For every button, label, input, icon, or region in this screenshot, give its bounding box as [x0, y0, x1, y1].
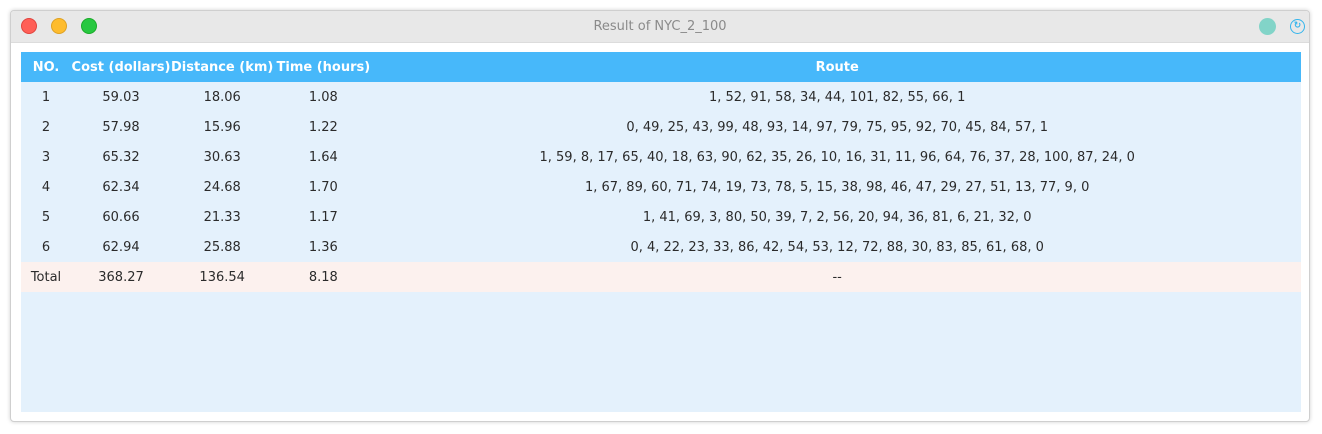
- cell-route: 1, 59, 8, 17, 65, 40, 18, 63, 90, 62, 35…: [539, 149, 1135, 165]
- cell-distance: 24.68: [203, 179, 241, 195]
- cell-distance: 25.88: [203, 239, 241, 255]
- cell-time: 1.36: [308, 239, 338, 255]
- cell-distance: 21.33: [203, 209, 241, 225]
- table-row[interactable]: 6 62.94 25.88 1.36 0, 4, 22, 23, 33, 86,…: [21, 232, 1301, 262]
- results-panel: NO. Cost (dollars) Distance (km) Time (h…: [21, 52, 1301, 412]
- window-title: Result of NYC_2_100: [593, 19, 727, 34]
- cell-cost: 60.66: [102, 209, 140, 225]
- cell-cost: 65.32: [102, 149, 140, 165]
- cell-time: 1.64: [308, 149, 338, 165]
- total-route: --: [832, 269, 842, 285]
- result-window: Result of NYC_2_100 ↻ NO. Cost (dollars)…: [10, 10, 1310, 422]
- table-row[interactable]: 4 62.34 24.68 1.70 1, 67, 89, 60, 71, 74…: [21, 172, 1301, 202]
- status-dot-icon[interactable]: [1259, 18, 1276, 35]
- cell-no: 5: [41, 209, 51, 225]
- header-route[interactable]: Route: [373, 52, 1301, 82]
- table-row[interactable]: 5 60.66 21.33 1.17 1, 41, 69, 3, 80, 50,…: [21, 202, 1301, 232]
- cell-no: 1: [41, 89, 51, 105]
- table-header-row: NO. Cost (dollars) Distance (km) Time (h…: [21, 52, 1301, 82]
- header-no[interactable]: NO.: [21, 52, 71, 82]
- cell-cost: 62.94: [102, 239, 140, 255]
- results-table: NO. Cost (dollars) Distance (km) Time (h…: [21, 52, 1301, 292]
- total-cost: 368.27: [98, 269, 144, 285]
- cell-time: 1.22: [308, 119, 338, 135]
- total-label: Total: [30, 269, 62, 285]
- cell-route: 1, 41, 69, 3, 80, 50, 39, 7, 2, 56, 20, …: [642, 209, 1032, 225]
- cell-distance: 30.63: [203, 149, 241, 165]
- refresh-icon[interactable]: ↻: [1290, 19, 1305, 34]
- cell-time: 1.70: [308, 179, 338, 195]
- title-bar[interactable]: Result of NYC_2_100 ↻: [11, 11, 1309, 43]
- cell-route: 1, 52, 91, 58, 34, 44, 101, 82, 55, 66, …: [709, 89, 966, 105]
- cell-no: 3: [41, 149, 51, 165]
- cell-time: 1.17: [308, 209, 338, 225]
- header-time[interactable]: Time (hours): [273, 52, 373, 82]
- cell-cost: 57.98: [102, 119, 140, 135]
- cell-route: 0, 49, 25, 43, 99, 48, 93, 14, 97, 79, 7…: [626, 119, 1049, 135]
- table-row[interactable]: 2 57.98 15.96 1.22 0, 49, 25, 43, 99, 48…: [21, 112, 1301, 142]
- cell-distance: 18.06: [203, 89, 241, 105]
- cell-time: 1.08: [308, 89, 338, 105]
- cell-no: 6: [41, 239, 51, 255]
- table-row[interactable]: 1 59.03 18.06 1.08 1, 52, 91, 58, 34, 44…: [21, 82, 1301, 112]
- cell-no: 2: [41, 119, 51, 135]
- cell-cost: 62.34: [102, 179, 140, 195]
- total-time: 8.18: [308, 269, 338, 285]
- header-distance[interactable]: Distance (km): [171, 52, 273, 82]
- cell-no: 4: [41, 179, 51, 195]
- cell-cost: 59.03: [102, 89, 140, 105]
- header-cost[interactable]: Cost (dollars): [71, 52, 171, 82]
- cell-route: 0, 4, 22, 23, 33, 86, 42, 54, 53, 12, 72…: [630, 239, 1044, 255]
- table-row[interactable]: 3 65.32 30.63 1.64 1, 59, 8, 17, 65, 40,…: [21, 142, 1301, 172]
- total-distance: 136.54: [199, 269, 245, 285]
- cell-distance: 15.96: [203, 119, 241, 135]
- cell-route: 1, 67, 89, 60, 71, 74, 19, 73, 78, 5, 15…: [584, 179, 1090, 195]
- total-row[interactable]: Total 368.27 136.54 8.18 --: [21, 262, 1301, 292]
